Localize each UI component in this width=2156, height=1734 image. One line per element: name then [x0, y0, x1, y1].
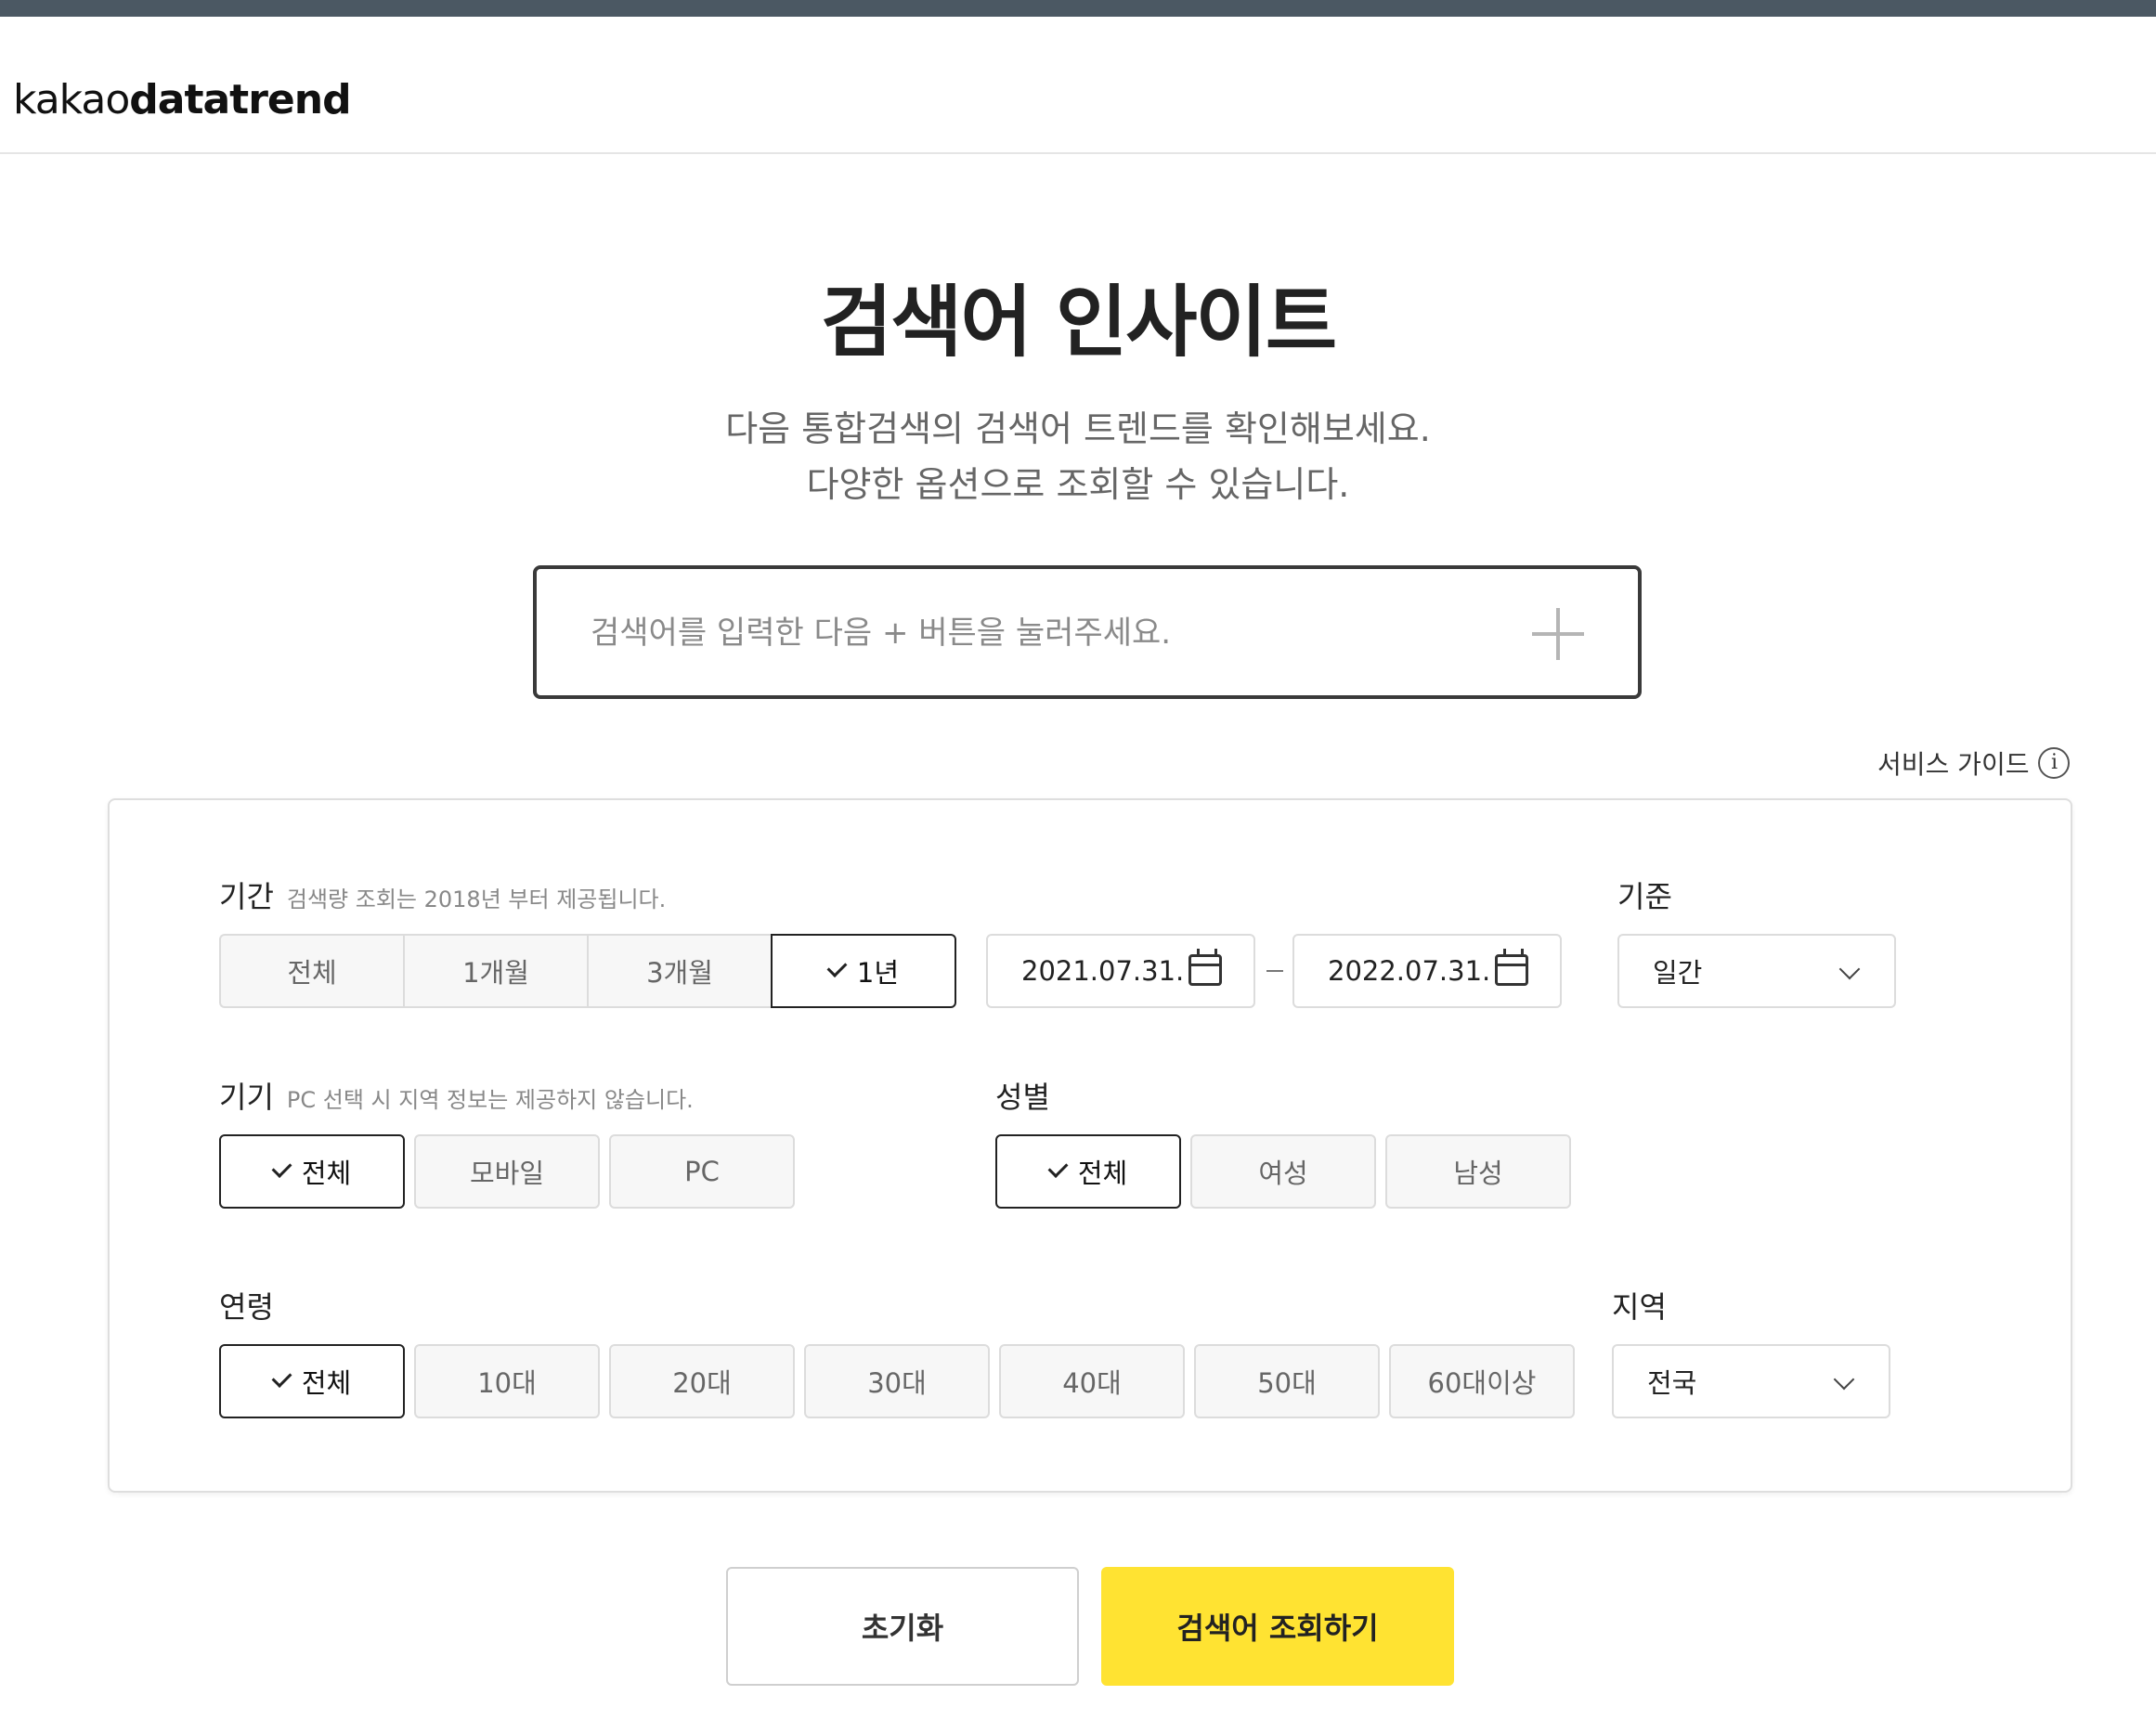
age-option-10s[interactable]: 10대	[414, 1344, 600, 1418]
age-option-label: 60대이상	[1427, 1367, 1537, 1399]
chevron-down-icon	[1838, 958, 1861, 980]
reset-button[interactable]: 초기화	[726, 1567, 1079, 1686]
device-option-label: PC	[684, 1156, 720, 1187]
logo-bold: datatrend	[129, 76, 351, 123]
gender-option-male[interactable]: 남성	[1385, 1134, 1571, 1209]
gender-option-label: 여성	[1258, 1158, 1308, 1189]
age-option-label: 10대	[477, 1367, 537, 1399]
period-option-1month[interactable]: 1개월	[403, 934, 587, 1008]
search-box	[533, 565, 1642, 699]
chevron-down-icon	[1833, 1368, 1855, 1391]
region-select[interactable]: 전국	[1612, 1344, 1890, 1418]
age-option-20s[interactable]: 20대	[609, 1344, 795, 1418]
basis-select[interactable]: 일간	[1617, 934, 1896, 1008]
device-hint: PC 선택 시 지역 정보는 제공하지 않습니다.	[286, 1087, 694, 1113]
age-option-label: 20대	[672, 1367, 732, 1399]
period-hint: 검색량 조회는 2018년 부터 제공됩니다.	[286, 886, 667, 912]
check-icon	[1047, 1158, 1069, 1178]
check-icon	[271, 1367, 292, 1388]
region-value: 전국	[1647, 1367, 1697, 1399]
period-label: 기간 검색량 조회는 2018년 부터 제공됩니다.	[219, 876, 666, 920]
gender-selector: 전체 여성 남성	[995, 1134, 1571, 1209]
device-label-text: 기기	[219, 1080, 274, 1115]
device-option-mobile[interactable]: 모바일	[414, 1134, 600, 1209]
age-option-label: 50대	[1257, 1367, 1317, 1399]
gender-option-female[interactable]: 여성	[1190, 1134, 1376, 1209]
period-selector: 전체 1개월 3개월 1년	[219, 934, 956, 1008]
kakaodatatrend-logo[interactable]: kakaodatatrend	[13, 72, 352, 128]
start-date-field[interactable]: 2021.07.31.	[986, 934, 1255, 1008]
age-option-50s[interactable]: 50대	[1194, 1344, 1380, 1418]
age-option-40s[interactable]: 40대	[999, 1344, 1185, 1418]
device-option-all[interactable]: 전체	[219, 1134, 405, 1209]
top-bar	[0, 0, 2156, 17]
end-date-field[interactable]: 2022.07.31.	[1292, 934, 1562, 1008]
age-option-60plus[interactable]: 60대이상	[1389, 1344, 1575, 1418]
age-option-label: 40대	[1062, 1367, 1122, 1399]
check-icon	[826, 957, 848, 977]
page-subtitle: 다음 통합검색의 검색어 트렌드를 확인해보세요. 다양한 옵션으로 조회할 수…	[0, 401, 2156, 512]
period-option-3months[interactable]: 3개월	[587, 934, 771, 1008]
device-option-pc[interactable]: PC	[609, 1134, 795, 1209]
age-option-all[interactable]: 전체	[219, 1344, 405, 1418]
period-option-label: 1개월	[462, 957, 529, 989]
add-keyword-button[interactable]	[1532, 608, 1584, 660]
age-label: 연령	[219, 1289, 274, 1325]
check-icon	[271, 1158, 292, 1178]
device-option-label: 모바일	[469, 1158, 545, 1189]
age-selector: 전체 10대 20대 30대 40대 50대 60대이상	[219, 1344, 1575, 1418]
subtitle-line-2: 다양한 옵션으로 조회할 수 있습니다.	[806, 464, 1350, 505]
logo-light: kakao	[13, 76, 130, 123]
header: kakaodatatrend	[0, 17, 2156, 154]
search-submit-button[interactable]: 검색어 조회하기	[1101, 1567, 1454, 1686]
search-input[interactable]	[589, 602, 1484, 664]
period-option-label: 3개월	[646, 957, 713, 989]
info-icon: i	[2038, 747, 2071, 779]
device-label: 기기 PC 선택 시 지역 정보는 제공하지 않습니다.	[219, 1077, 694, 1120]
service-guide-link[interactable]: 서비스 가이드 i	[1877, 743, 2071, 783]
calendar-icon[interactable]	[1188, 949, 1222, 986]
page-title: 검색어 인사이트	[820, 277, 1337, 368]
device-option-label: 전체	[301, 1158, 352, 1189]
age-option-label: 30대	[867, 1367, 927, 1399]
gender-option-label: 남성	[1453, 1158, 1503, 1189]
gender-option-label: 전체	[1077, 1158, 1128, 1189]
subtitle-line-1: 다음 통합검색의 검색어 트렌드를 확인해보세요.	[725, 408, 1431, 449]
service-guide-label: 서비스 가이드	[1877, 749, 2030, 780]
calendar-icon[interactable]	[1495, 949, 1528, 986]
basis-value: 일간	[1653, 957, 1703, 989]
period-label-text: 기간	[219, 879, 274, 914]
period-option-label: 전체	[287, 957, 337, 989]
start-date-value: 2021.07.31.	[1021, 955, 1185, 987]
date-range-separator	[1266, 970, 1283, 972]
region-label: 지역	[1612, 1289, 1667, 1325]
gender-label: 성별	[995, 1080, 1050, 1115]
age-option-30s[interactable]: 30대	[804, 1344, 990, 1418]
period-option-all[interactable]: 전체	[219, 934, 403, 1008]
period-option-1year[interactable]: 1년	[771, 934, 956, 1008]
gender-option-all[interactable]: 전체	[995, 1134, 1181, 1209]
device-selector: 전체 모바일 PC	[219, 1134, 795, 1209]
period-option-label: 1년	[856, 957, 900, 989]
basis-label: 기준	[1617, 879, 1672, 914]
end-date-value: 2022.07.31.	[1328, 955, 1491, 987]
age-option-label: 전체	[301, 1367, 352, 1399]
